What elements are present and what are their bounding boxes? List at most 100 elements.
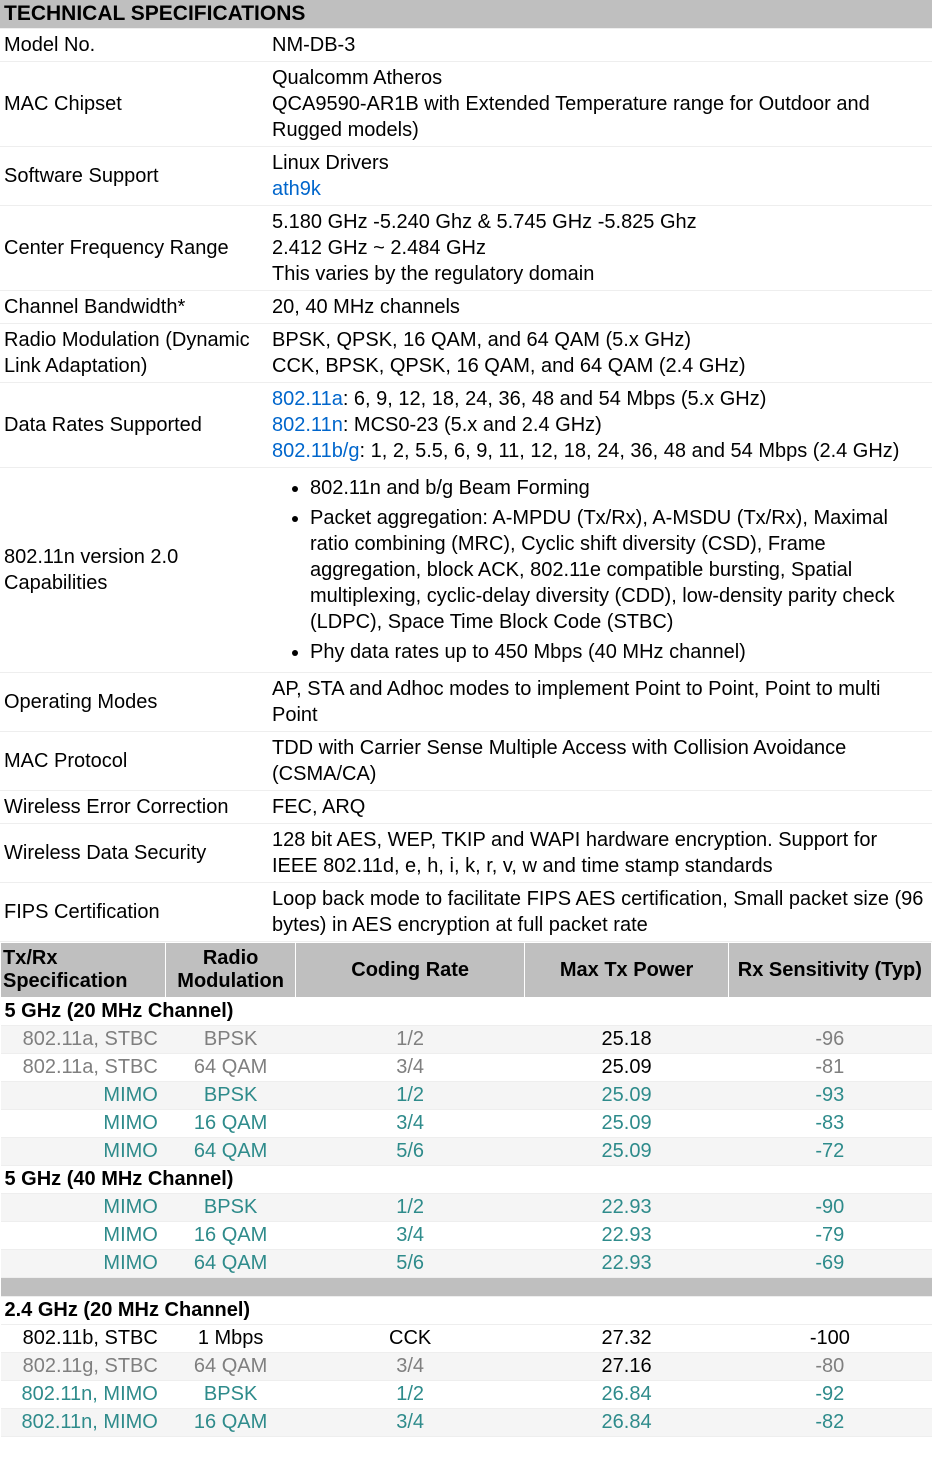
table-cell: MIMO <box>1 1110 166 1138</box>
group-row: 5 GHz (40 MHz Channel) <box>1 1166 932 1194</box>
spec-label: Center Frequency Range <box>0 206 268 291</box>
spec-value: Qualcomm Atheros QCA9590-AR1B with Exten… <box>268 62 932 147</box>
table-cell: MIMO <box>1 1194 166 1222</box>
table-cell: 802.11n, MIMO <box>1 1409 166 1437</box>
table-cell: MIMO <box>1 1250 166 1278</box>
table-row: 802.11b, STBC1 MbpsCCK27.32-100 <box>1 1325 932 1353</box>
group-row: 2.4 GHz (20 MHz Channel) <box>1 1297 932 1325</box>
spec-value: BPSK, QPSK, 16 QAM, and 64 QAM (5.x GHz)… <box>268 324 932 383</box>
table-cell: BPSK <box>166 1026 296 1054</box>
spec-label: MAC Protocol <box>0 732 268 791</box>
blank-row <box>1 1278 932 1297</box>
table-row: 802.11a, STBC64 QAM3/425.09-81 <box>1 1054 932 1082</box>
group-title: 2.4 GHz (20 MHz Channel) <box>1 1297 932 1325</box>
spec-label: Model No. <box>0 29 268 62</box>
table-cell: 1/2 <box>295 1082 525 1110</box>
spec-value: AP, STA and Adhoc modes to implement Poi… <box>268 673 932 732</box>
table-cell: 1/2 <box>295 1381 525 1409</box>
table-cell: 3/4 <box>295 1110 525 1138</box>
text-line: QCA9590-AR1B with Extended Temperature r… <box>272 93 870 141</box>
spec-value: Loop back mode to facilitate FIPS AES ce… <box>268 883 932 942</box>
spec-row: FIPS Certification Loop back mode to fac… <box>0 883 932 942</box>
group-title: 5 GHz (40 MHz Channel) <box>1 1166 932 1194</box>
spec-row: Channel Bandwidth* 20, 40 MHz channels <box>0 291 932 324</box>
spec-value: 802.11a: 6, 9, 12, 18, 24, 36, 48 and 54… <box>268 383 932 468</box>
text-line: 5.180 GHz -5.240 Ghz & 5.745 GHz -5.825 … <box>272 211 697 233</box>
table-cell: 5/6 <box>295 1250 525 1278</box>
table-cell: 26.84 <box>525 1409 728 1437</box>
th-mod: Radio Modulation <box>166 943 296 998</box>
table-cell: 16 QAM <box>166 1409 296 1437</box>
table-cell: 16 QAM <box>166 1110 296 1138</box>
table-cell: 25.09 <box>525 1110 728 1138</box>
table-cell: 27.32 <box>525 1325 728 1353</box>
table-cell: 16 QAM <box>166 1222 296 1250</box>
table-cell: 26.84 <box>525 1381 728 1409</box>
table-cell: 802.11n, MIMO <box>1 1381 166 1409</box>
table-cell: 5/6 <box>295 1138 525 1166</box>
table-cell: 802.11a, STBC <box>1 1054 166 1082</box>
spec-value: 5.180 GHz -5.240 Ghz & 5.745 GHz -5.825 … <box>268 206 932 291</box>
spec-row: Model No. NM-DB-3 <box>0 29 932 62</box>
table-cell: MIMO <box>1 1222 166 1250</box>
table-cell: -92 <box>728 1381 931 1409</box>
spec-table: Model No. NM-DB-3 MAC Chipset Qualcomm A… <box>0 28 932 942</box>
txrx-table: Tx/Rx Specification Radio Modulation Cod… <box>0 942 932 1437</box>
text-line: BPSK, QPSK, 16 QAM, and 64 QAM (5.x GHz) <box>272 329 691 351</box>
table-row: 802.11a, STBCBPSK1/225.18-96 <box>1 1026 932 1054</box>
table-cell: 802.11a, STBC <box>1 1026 166 1054</box>
table-cell: 3/4 <box>295 1054 525 1082</box>
spec-row: MAC Protocol TDD with Carrier Sense Mult… <box>0 732 932 791</box>
spec-label: Wireless Error Correction <box>0 791 268 824</box>
section-title: TECHNICAL SPECIFICATIONS <box>0 0 932 28</box>
spec-value: 802.11n and b/g Beam Forming Packet aggr… <box>268 468 932 673</box>
link-802-11bg[interactable]: 802.11b/g <box>272 440 360 462</box>
table-cell: 3/4 <box>295 1222 525 1250</box>
table-row: MIMO64 QAM5/622.93-69 <box>1 1250 932 1278</box>
table-row: 802.11n, MIMO16 QAM3/426.84-82 <box>1 1409 932 1437</box>
spec-row: Data Rates Supported 802.11a: 6, 9, 12, … <box>0 383 932 468</box>
spec-value: TDD with Carrier Sense Multiple Access w… <box>268 732 932 791</box>
link-802-11a[interactable]: 802.11a <box>272 388 343 410</box>
table-row: MIMOBPSK1/222.93-90 <box>1 1194 932 1222</box>
table-cell: 25.09 <box>525 1138 728 1166</box>
table-cell: 64 QAM <box>166 1250 296 1278</box>
table-cell: MIMO <box>1 1082 166 1110</box>
table-cell: -80 <box>728 1353 931 1381</box>
spec-row: Software Support Linux Drivers ath9k <box>0 147 932 206</box>
text-line: Qualcomm Atheros <box>272 67 442 89</box>
table-row: MIMO16 QAM3/425.09-83 <box>1 1110 932 1138</box>
th-code: Coding Rate <box>295 943 525 998</box>
spec-row: Operating Modes AP, STA and Adhoc modes … <box>0 673 932 732</box>
table-cell: -83 <box>728 1110 931 1138</box>
table-row: MIMO16 QAM3/422.93-79 <box>1 1222 932 1250</box>
table-cell: 22.93 <box>525 1194 728 1222</box>
th-spec: Tx/Rx Specification <box>1 943 166 998</box>
ath9k-link[interactable]: ath9k <box>272 178 321 200</box>
link-802-11n[interactable]: 802.11n <box>272 414 343 436</box>
table-cell: 25.09 <box>525 1082 728 1110</box>
spec-value: 20, 40 MHz channels <box>268 291 932 324</box>
table-cell: 1/2 <box>295 1026 525 1054</box>
table-cell: 3/4 <box>295 1353 525 1381</box>
spec-label: Operating Modes <box>0 673 268 732</box>
table-cell: 25.09 <box>525 1054 728 1082</box>
table-row: MIMO64 QAM5/625.09-72 <box>1 1138 932 1166</box>
table-cell: -69 <box>728 1250 931 1278</box>
table-cell: -96 <box>728 1026 931 1054</box>
spec-label: Data Rates Supported <box>0 383 268 468</box>
spec-label: 802.11n version 2.0 Capabilities <box>0 468 268 673</box>
text-line: Linux Drivers <box>272 152 389 174</box>
table-cell: -79 <box>728 1222 931 1250</box>
spec-value: 128 bit AES, WEP, TKIP and WAPI hardware… <box>268 824 932 883</box>
spec-row: Wireless Error Correction FEC, ARQ <box>0 791 932 824</box>
text-line: : MCS0-23 (5.x and 2.4 GHz) <box>343 414 602 436</box>
table-row: 802.11n, MIMOBPSK1/226.84-92 <box>1 1381 932 1409</box>
group-title: 5 GHz (20 MHz Channel) <box>1 998 932 1026</box>
spec-row: Center Frequency Range 5.180 GHz -5.240 … <box>0 206 932 291</box>
spec-label: Wireless Data Security <box>0 824 268 883</box>
spec-row: MAC Chipset Qualcomm Atheros QCA9590-AR1… <box>0 62 932 147</box>
text-line: 2.412 GHz ~ 2.484 GHz <box>272 237 486 259</box>
table-row: 802.11g, STBC64 QAM3/427.16-80 <box>1 1353 932 1381</box>
table-cell: MIMO <box>1 1138 166 1166</box>
